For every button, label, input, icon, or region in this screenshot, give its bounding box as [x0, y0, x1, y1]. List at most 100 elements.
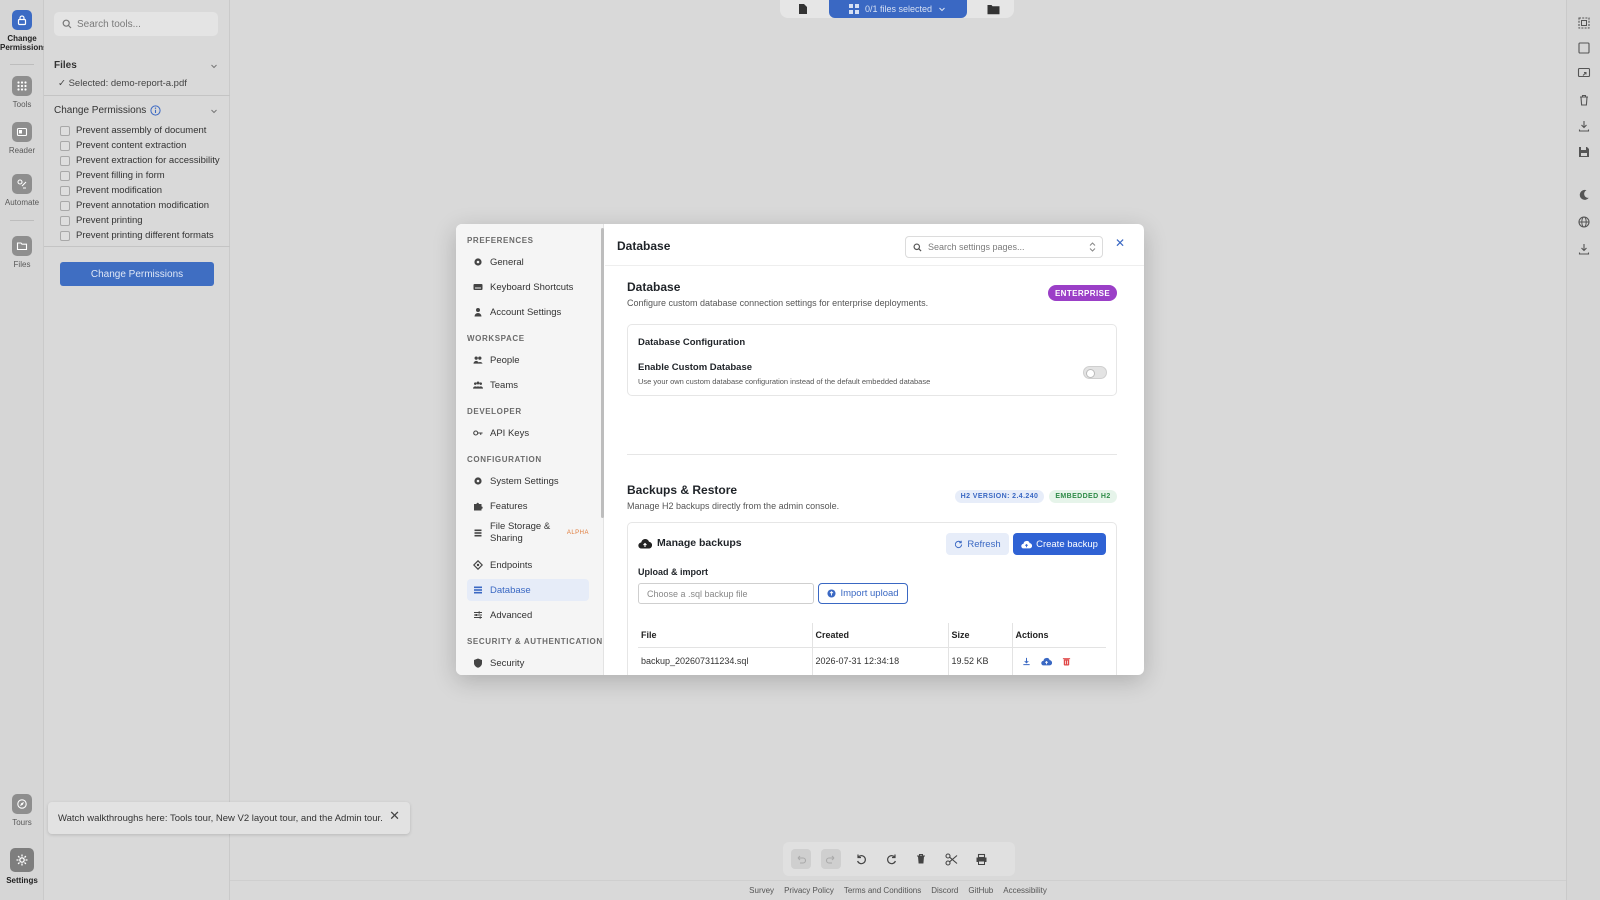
- rail-item-change-permissions[interactable]: Change Permissions: [0, 10, 48, 52]
- rail-item-files[interactable]: Files: [0, 236, 44, 269]
- files-section-header[interactable]: Files: [54, 60, 218, 71]
- modal-close-icon[interactable]: ✕: [1115, 236, 1125, 250]
- permission-option[interactable]: Prevent extraction for accessibility: [60, 153, 220, 168]
- permission-label: Prevent modification: [76, 185, 163, 196]
- footer-link-survey[interactable]: Survey: [749, 886, 774, 895]
- picture-in-picture-icon[interactable]: [1577, 66, 1591, 80]
- restore-cloud-icon[interactable]: [1040, 657, 1052, 666]
- delete-icon[interactable]: [1062, 657, 1071, 666]
- permission-option[interactable]: Prevent printing different formats: [60, 228, 220, 243]
- rotate-right-icon[interactable]: [881, 849, 901, 869]
- select-all-icon[interactable]: [1577, 16, 1591, 30]
- rotate-left-icon[interactable]: [851, 849, 871, 869]
- rail-item-settings[interactable]: Settings: [0, 848, 44, 885]
- enable-custom-db-toggle[interactable]: [1083, 366, 1107, 379]
- info-icon[interactable]: [150, 105, 161, 116]
- permission-option[interactable]: Prevent annotation modification: [60, 198, 220, 213]
- nav-item-security[interactable]: Security: [467, 652, 589, 674]
- trash-icon[interactable]: [1577, 93, 1591, 107]
- folder-icon[interactable]: [987, 4, 1000, 15]
- footer-link-github[interactable]: GitHub: [968, 886, 993, 895]
- toast-text: Watch walkthroughs here: Tools tour, New…: [58, 812, 383, 824]
- tool-search-input[interactable]: Search tools...: [54, 12, 218, 36]
- backup-file-input[interactable]: Choose a .sql backup file: [638, 583, 814, 604]
- nav-item-people[interactable]: People: [467, 349, 589, 371]
- divider: [44, 246, 230, 247]
- nav-item-features[interactable]: Features: [467, 495, 589, 517]
- print-icon[interactable]: [971, 849, 991, 869]
- rail-divider: [10, 220, 34, 221]
- nav-item-keyboard-shortcuts[interactable]: Keyboard Shortcuts: [467, 276, 589, 298]
- footer-link-terms[interactable]: Terms and Conditions: [844, 886, 921, 895]
- create-backup-button[interactable]: Create backup: [1013, 533, 1106, 555]
- scissors-icon[interactable]: [941, 849, 961, 869]
- nav-item-file-storage[interactable]: File Storage & Sharing ALPHA: [467, 517, 589, 549]
- manage-backups-card: Manage backups Refresh Create backup Upl…: [627, 522, 1117, 675]
- import-upload-button[interactable]: Import upload: [818, 583, 908, 604]
- nav-scrollbar[interactable]: [601, 228, 604, 518]
- files-heading: Files: [54, 60, 77, 71]
- footer-link-privacy[interactable]: Privacy Policy: [784, 886, 834, 895]
- chevron-down-icon: [210, 62, 218, 70]
- permission-option[interactable]: Prevent modification: [60, 183, 220, 198]
- trash-icon[interactable]: [911, 849, 931, 869]
- dark-mode-icon[interactable]: [1577, 188, 1591, 202]
- permission-option[interactable]: Prevent printing: [60, 213, 220, 228]
- redo-icon[interactable]: [821, 849, 841, 869]
- checkbox[interactable]: [60, 230, 70, 241]
- checkbox[interactable]: [60, 185, 70, 196]
- database-heading: Database: [627, 280, 681, 294]
- nav-group-configuration: CONFIGURATION: [467, 455, 542, 464]
- nav-item-database[interactable]: Database: [467, 579, 589, 601]
- permissions-section-header[interactable]: Change Permissions: [54, 105, 218, 116]
- permission-label: Prevent printing different formats: [76, 230, 214, 241]
- cloud-upload-icon: [638, 538, 652, 549]
- footer-link-discord[interactable]: Discord: [931, 886, 958, 895]
- square-icon[interactable]: [1577, 41, 1591, 55]
- checkbox[interactable]: [60, 215, 70, 226]
- nav-item-advanced[interactable]: Advanced: [467, 604, 589, 626]
- files-selected-dropdown[interactable]: 0/1 files selected: [828, 0, 967, 18]
- download-icon[interactable]: [1577, 119, 1591, 133]
- checkbox[interactable]: [60, 140, 70, 151]
- nav-item-endpoints[interactable]: Endpoints: [467, 554, 589, 576]
- nav-item-system-settings[interactable]: System Settings: [467, 470, 589, 492]
- rail-item-automate[interactable]: Automate: [0, 174, 44, 207]
- tool-panel: Search tools... Files ✓ Selected: demo-r…: [44, 0, 230, 900]
- rail-label: Files: [13, 260, 31, 269]
- settings-search-input[interactable]: Search settings pages...: [905, 236, 1103, 258]
- database-icon: [473, 585, 483, 595]
- checkbox[interactable]: [60, 155, 70, 166]
- nav-item-api-keys[interactable]: API Keys: [467, 422, 589, 444]
- rail-item-reader[interactable]: Reader: [0, 122, 44, 155]
- upload-circle-icon: [827, 589, 837, 598]
- checkbox[interactable]: [60, 200, 70, 211]
- rail-divider: [10, 64, 34, 65]
- file-icon[interactable]: [798, 3, 808, 15]
- footer-link-accessibility[interactable]: Accessibility: [1003, 886, 1047, 895]
- permission-option[interactable]: Prevent content extraction: [60, 138, 220, 153]
- rail-label: Tours: [12, 818, 32, 827]
- download-icon[interactable]: [1022, 657, 1031, 666]
- globe-icon[interactable]: [1577, 215, 1591, 229]
- enable-db-description: Use your own custom database configurati…: [638, 377, 931, 386]
- toast-close-icon[interactable]: ✕: [389, 808, 400, 824]
- nav-item-account-settings[interactable]: Account Settings: [467, 301, 589, 323]
- save-icon[interactable]: [1577, 145, 1591, 159]
- nav-item-general[interactable]: General: [467, 251, 589, 273]
- refresh-button[interactable]: Refresh: [946, 533, 1009, 555]
- rail-item-tours[interactable]: Tours: [0, 794, 44, 827]
- settings-modal: PREFERENCES General Keyboard Shortcuts A…: [456, 224, 1144, 675]
- database-description: Configure custom database connection set…: [627, 298, 929, 308]
- permission-option[interactable]: Prevent filling in form: [60, 168, 220, 183]
- change-permissions-button[interactable]: Change Permissions: [60, 262, 214, 286]
- nav-item-teams[interactable]: Teams: [467, 374, 589, 396]
- permission-option[interactable]: Prevent assembly of document: [60, 123, 220, 138]
- checkbox[interactable]: [60, 125, 70, 136]
- nav-label: Advanced: [490, 609, 533, 621]
- checkbox[interactable]: [60, 170, 70, 181]
- undo-icon[interactable]: [791, 849, 811, 869]
- download-icon[interactable]: [1577, 242, 1591, 256]
- list-icon: [473, 528, 483, 538]
- rail-item-tools[interactable]: Tools: [0, 76, 44, 109]
